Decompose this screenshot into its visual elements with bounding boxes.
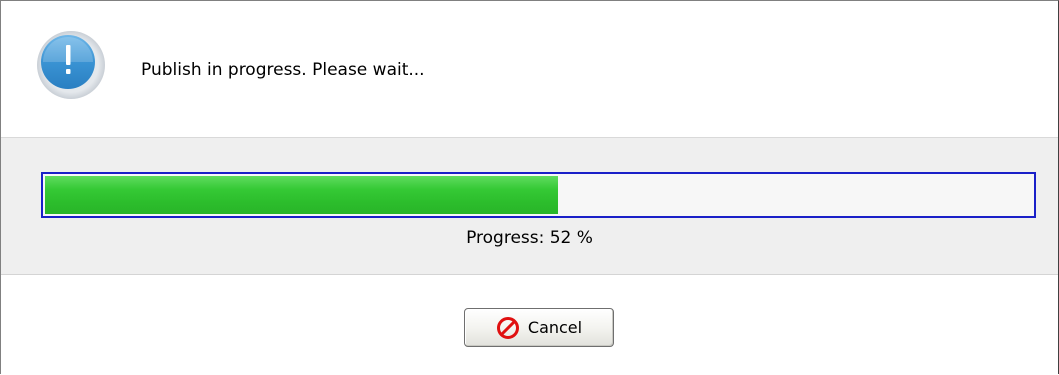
- cancel-button[interactable]: Cancel: [464, 308, 614, 347]
- progress-fill: [45, 176, 559, 214]
- progress-bar: [41, 172, 1036, 218]
- progress-label: Progress: 52 %: [466, 228, 593, 248]
- cancel-button-label: Cancel: [527, 318, 583, 337]
- dialog-header: Publish in progress. Please wait...: [1, 1, 1058, 138]
- publish-dialog: Publish in progress. Please wait... Prog…: [0, 0, 1059, 375]
- info-exclamation-icon: [37, 31, 105, 99]
- dialog-footer: Cancel: [1, 275, 1058, 375]
- status-message: Publish in progress. Please wait...: [141, 60, 425, 80]
- progress-area: Progress: 52 %: [1, 138, 1058, 275]
- progress-track: [45, 176, 1032, 214]
- cancel-prohibited-icon: [496, 316, 519, 339]
